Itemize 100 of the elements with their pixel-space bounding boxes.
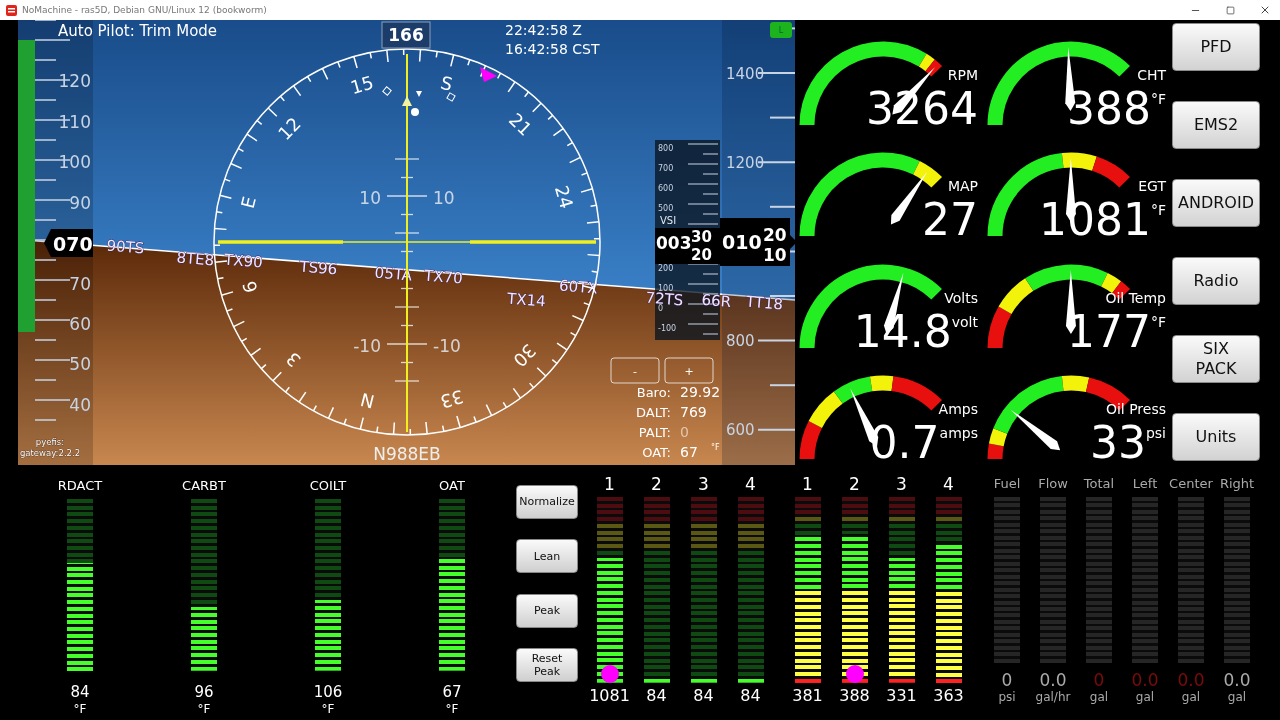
- reading-value: 0: [680, 424, 689, 440]
- waypoint-label: 8TE8: [175, 248, 215, 270]
- compass-heading-label: 21: [505, 108, 537, 140]
- nav-button[interactable]: EMS2: [1172, 101, 1260, 149]
- altitude-roll-digits: 10: [763, 245, 787, 265]
- meter-value: 96: [194, 683, 214, 701]
- altitude-tick-label: 1200: [726, 154, 765, 172]
- cylinder-value: 84: [740, 687, 761, 705]
- altitude-tick-label: 800: [726, 332, 755, 350]
- diamond-marker-icon: [446, 92, 456, 102]
- gauge-unit: psi: [1145, 424, 1166, 441]
- fuel-value: 0.0: [1131, 671, 1159, 689]
- cylinder-value: 363: [933, 687, 964, 705]
- fuel-label: Right: [1219, 475, 1255, 493]
- meter-unit: °F: [197, 701, 211, 717]
- lean-button[interactable]: Reset Peak: [516, 648, 578, 682]
- lean-button[interactable]: Normalize: [516, 485, 578, 519]
- cylinder-value: 84: [646, 687, 667, 705]
- compass-heading-label: 12: [273, 112, 305, 144]
- clock-time: 16:42:58 CST: [505, 41, 600, 57]
- vsi-tick-label: -100: [658, 324, 677, 333]
- cylinder-label: 1: [604, 475, 615, 493]
- cylinder-label: 2: [849, 475, 860, 493]
- window-title: NoMachine - ras5D, Debian GNU/Linux 12 (bookworm): [22, 5, 268, 15]
- reading-value: 67: [680, 444, 698, 460]
- cylinder-value: 388: [839, 687, 870, 705]
- fuel-unit: gal: [1181, 689, 1201, 705]
- fuel-unit: gal/hr: [1035, 689, 1071, 705]
- airspeed-tick-label: 70: [69, 274, 91, 294]
- triangle-marker-icon: [416, 91, 422, 97]
- fuel-value: 0: [1001, 671, 1013, 689]
- meter-value: 106: [313, 683, 343, 701]
- fuel-unit: psi: [998, 689, 1016, 705]
- compass-heading-label: 30: [509, 340, 541, 372]
- baro-adjust-button[interactable]: +: [664, 357, 714, 384]
- vsi-tick-label: 800: [658, 144, 674, 153]
- cylinder-value: 84: [693, 687, 714, 705]
- version-text: gateway:2.2.2: [19, 448, 81, 458]
- vsi-roll-digits: 20: [691, 246, 712, 264]
- meter-value: 84: [70, 683, 90, 701]
- meter-label: CARBT: [182, 477, 226, 495]
- fuel-label: Center: [1169, 475, 1213, 493]
- fuel-unit: gal: [1135, 689, 1155, 705]
- diamond-marker-icon: [382, 86, 392, 96]
- nav-button[interactable]: SIX PACK: [1172, 335, 1260, 383]
- waypoint-label: TX90: [223, 250, 264, 272]
- gauge-value: 14.8: [853, 305, 952, 354]
- cylinder-label: 1: [802, 475, 813, 493]
- fuel-value: 0.0: [1177, 671, 1205, 689]
- airspeed-tick-label: 110: [58, 112, 91, 132]
- altitude-readout: 010: [722, 231, 762, 253]
- fuel-label: Total: [1083, 475, 1115, 493]
- waypoint-label: 66R: [701, 290, 732, 312]
- clock-time: 22:42:58 Z: [505, 22, 582, 38]
- vsi-tick-label: 200: [658, 264, 674, 273]
- waypoint-label: 90TS: [105, 236, 145, 258]
- compass-heading-label: 24: [550, 183, 578, 211]
- gauge-unit: °F: [1150, 202, 1166, 219]
- cylinder-label: 4: [943, 475, 954, 493]
- reading-label: PALT:: [638, 425, 671, 440]
- cylinder-value: 331: [886, 687, 917, 705]
- fuel-unit: gal: [1089, 689, 1109, 705]
- airspeed-tick-label: 90: [69, 193, 91, 213]
- close-icon: [1259, 4, 1271, 16]
- gauge-value: 27: [922, 194, 978, 243]
- nav-button[interactable]: Units: [1172, 413, 1260, 461]
- gauge-unit: °F: [1150, 313, 1166, 330]
- gauge-unit: amps: [939, 424, 978, 441]
- waypoint-label: TX14: [506, 289, 547, 311]
- lean-button[interactable]: Lean: [516, 539, 578, 574]
- reading-value: 29.92: [680, 384, 721, 400]
- nav-button[interactable]: Radio: [1172, 257, 1260, 305]
- compass-heading-label: S: [438, 71, 455, 95]
- dot-marker-icon: [411, 108, 419, 116]
- reading-value: 769: [680, 404, 707, 420]
- lean-button[interactable]: Peak: [516, 593, 578, 628]
- meter-label: COILT: [309, 477, 347, 495]
- nav-button[interactable]: PFD: [1172, 23, 1260, 71]
- airspeed-tick-label: 40: [69, 395, 91, 415]
- gauge-label: MAP: [947, 178, 978, 195]
- vsi-tick-label: 500: [658, 204, 674, 213]
- airspeed-tick-label: 120: [58, 71, 91, 91]
- airspeed-tick-label: 60: [69, 314, 91, 334]
- compass-heading-label: E: [236, 194, 260, 211]
- waypoint-label: TT18: [745, 292, 784, 314]
- compass-heading-label: N: [358, 388, 377, 413]
- gauge-label: Volts: [944, 289, 978, 306]
- cylinder-label: 2: [651, 475, 662, 493]
- meter-unit: °F: [445, 701, 459, 717]
- waypoint-label: TS96: [298, 257, 338, 279]
- meter-unit: °F: [321, 701, 335, 717]
- fuel-label: Left: [1132, 475, 1158, 493]
- gauge-unit: °F: [1150, 91, 1166, 107]
- cylinder-label: 3: [698, 475, 709, 493]
- baro-adjust-button[interactable]: -: [610, 357, 660, 384]
- cylinder-value: 381: [792, 687, 823, 705]
- airspeed-readout: 070: [44, 229, 93, 257]
- nav-button[interactable]: ANDROID: [1172, 179, 1260, 227]
- compass-heading-label: 6: [238, 278, 262, 296]
- waypoint-label: 60TX: [558, 276, 599, 298]
